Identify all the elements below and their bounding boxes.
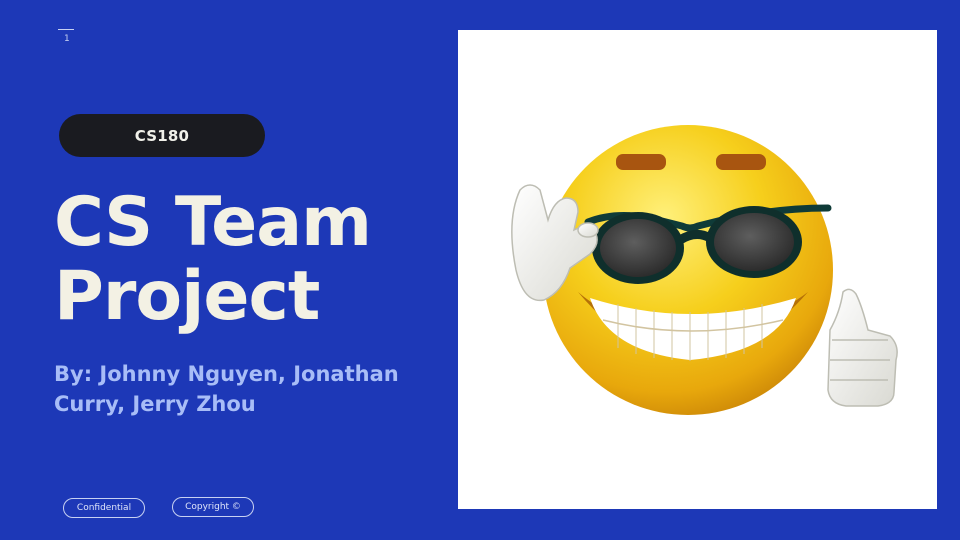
course-tag-label: CS180 — [134, 126, 190, 145]
author-byline-line-2: Curry, Jerry Zhou — [54, 392, 256, 416]
slide: 1 CS180 CS Team Project By: Johnny Nguye… — [0, 0, 960, 540]
copyright-badge: Copyright © — [172, 497, 254, 517]
emoji-image — [458, 30, 937, 509]
course-tag: CS180 — [59, 114, 265, 157]
author-byline: By: Johnny Nguyen, Jonathan Curry, Jerry… — [54, 359, 434, 419]
page-number-rule — [58, 29, 74, 30]
slide-title-line-2: Project — [54, 257, 320, 336]
slide-title-line-1: CS Team — [54, 183, 372, 262]
sunglasses-emoji-icon — [511, 125, 898, 415]
slide-title: CS Team Project — [54, 186, 444, 334]
author-byline-line-1: By: Johnny Nguyen, Jonathan — [54, 362, 399, 386]
page-number: 1 — [64, 34, 70, 44]
confidential-badge: Confidential — [63, 498, 145, 518]
thumbs-up-hand — [827, 288, 898, 407]
